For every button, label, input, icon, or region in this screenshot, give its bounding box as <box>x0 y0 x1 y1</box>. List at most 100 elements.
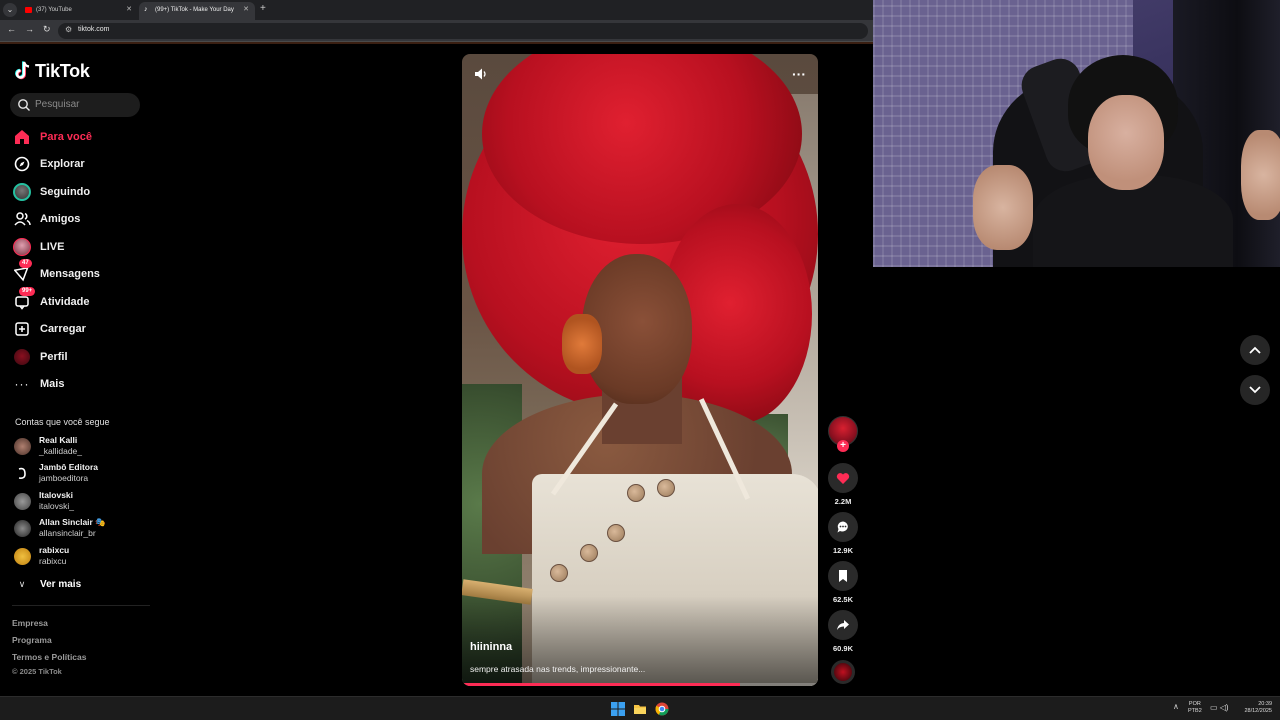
keyboard-layout: PTB2 <box>1188 708 1202 714</box>
avatar <box>14 438 31 455</box>
file-explorer-icon[interactable] <box>633 702 647 716</box>
clock-time: 20:39 <box>1258 701 1272 707</box>
network-volume-icons[interactable]: ▭ ◁) <box>1210 703 1229 712</box>
home-icon <box>12 127 32 147</box>
account-handle: rabixcu <box>39 556 67 566</box>
previous-video-button[interactable] <box>1240 335 1270 365</box>
logo-text: TikTok <box>35 60 90 81</box>
account-handle: _kallidade_ <box>39 446 83 456</box>
sidebar-item-label: Explorar <box>40 158 85 170</box>
account-handle: italovski_ <box>39 501 74 511</box>
sidebar-item-amigos[interactable]: Amigos <box>12 209 80 229</box>
site-info-icon[interactable]: ⚙ <box>65 25 72 34</box>
footer-link-programa[interactable]: Programa <box>12 635 52 645</box>
following-icon <box>12 182 32 202</box>
sidebar-item-label: Mais <box>40 378 65 390</box>
tiktok-logo-icon <box>14 61 32 81</box>
address-bar: ← → ↻ ⚙ tiktok.com <box>0 20 873 42</box>
activity-icon: 99+ <box>12 287 36 312</box>
chrome-icon[interactable] <box>655 702 669 716</box>
activity-badge: 99+ <box>19 287 36 296</box>
bookmark-icon <box>839 570 847 582</box>
chevron-down-icon: ∨ <box>18 578 26 589</box>
copyright: © 2025 TikTok <box>12 667 62 676</box>
share-button[interactable] <box>828 610 858 640</box>
video-shell <box>607 524 625 542</box>
messages-icon: 47 <box>12 259 32 284</box>
screen: ⌄ (37) YouTube ✕ ♪ (99+) TikTok - Make Y… <box>0 0 1280 720</box>
comment-button[interactable] <box>828 512 858 542</box>
see-more-label: Ver mais <box>40 578 82 590</box>
footer-link-termos[interactable]: Termos e Políticas <box>12 652 86 662</box>
comment-count: 12.9K <box>832 546 853 555</box>
sidebar-item-label: Amigos <box>40 213 81 225</box>
url-text: tiktok.com <box>78 26 110 33</box>
video-progress-bar[interactable] <box>462 683 818 686</box>
account-handle: jamboeditora <box>39 473 89 483</box>
tiktok-logo[interactable]: TikTok <box>14 59 90 83</box>
video-caption: sempre atrasada nas trends, impressionan… <box>470 664 646 674</box>
next-video-button[interactable] <box>1240 375 1270 405</box>
video-shell <box>657 479 675 497</box>
new-tab-icon[interactable]: + <box>260 3 266 14</box>
see-more-button[interactable]: ∨ Ver mais <box>14 577 81 591</box>
tab-youtube[interactable]: (37) YouTube ✕ <box>20 2 138 20</box>
chevron-down-icon <box>1249 386 1261 394</box>
sidebar-item-atividade[interactable]: 99+ Atividade <box>12 287 90 312</box>
live-icon <box>12 237 32 257</box>
back-icon[interactable]: ← <box>7 24 16 34</box>
share-count: 60.9K <box>832 644 853 653</box>
sidebar-item-explorar[interactable]: Explorar <box>12 154 85 174</box>
close-icon[interactable]: ✕ <box>126 2 132 18</box>
sidebar-item-label: Para você <box>40 131 92 143</box>
tab-label: (99+) TikTok - Make Your Day <box>155 7 234 13</box>
system-clock[interactable]: 20:39 28/12/2025 <box>1238 701 1272 715</box>
search-input[interactable]: Pesquisar <box>10 93 140 117</box>
video-player[interactable]: ··· hiininna sempre atrasada nas trends,… <box>462 54 818 686</box>
save-count: 62.5K <box>832 595 853 604</box>
like-button[interactable] <box>828 463 858 493</box>
music-disc-icon[interactable] <box>831 660 855 684</box>
volume-icon[interactable] <box>473 66 489 82</box>
input-language[interactable]: POR PTB2 <box>1188 701 1202 715</box>
account-name: Allan Sinclair 🎭 <box>39 517 106 527</box>
webcam-person-face <box>1088 95 1164 190</box>
sidebar-item-perfil[interactable]: Perfil <box>12 347 68 367</box>
footer-link-empresa[interactable]: Empresa <box>12 618 48 628</box>
sidebar-item-mensagens[interactable]: 47 Mensagens <box>12 259 100 284</box>
sidebar-item-carregar[interactable]: Carregar <box>12 319 86 339</box>
close-icon[interactable]: ✕ <box>243 2 249 18</box>
webcam-person-hand <box>1241 130 1280 220</box>
following-section-title: Contas que você segue <box>15 417 110 427</box>
tab-search-icon[interactable]: ⌄ <box>3 3 17 17</box>
search-icon <box>18 99 30 111</box>
sidebar-item-mais[interactable]: ··· Mais <box>12 374 65 394</box>
more-options-icon[interactable]: ··· <box>792 66 806 82</box>
sidebar-item-live[interactable]: LIVE <box>12 237 64 257</box>
sidebar: TikTok Pesquisar Para você Explorar Segu… <box>0 44 152 696</box>
sidebar-item-para-voce[interactable]: Para você <box>12 127 92 147</box>
video-author[interactable]: hiininna <box>470 641 512 653</box>
save-button[interactable] <box>828 561 858 591</box>
tab-tiktok[interactable]: ♪ (99+) TikTok - Make Your Day ✕ <box>139 2 255 20</box>
profile-icon <box>12 347 32 367</box>
account-name: rabixcu <box>39 545 70 555</box>
sidebar-item-label: Mensagens <box>40 268 100 280</box>
messages-badge: 47 <box>19 259 32 268</box>
sidebar-item-label: Carregar <box>40 323 86 335</box>
avatar <box>14 548 31 565</box>
url-field[interactable]: ⚙ tiktok.com <box>58 23 868 39</box>
avatar <box>14 493 31 510</box>
sidebar-divider <box>12 605 150 606</box>
language-code: POR <box>1188 701 1201 707</box>
taskbar: ∧ POR PTB2 ▭ ◁) 20:39 28/12/2025 <box>0 696 1280 720</box>
windows-start-icon[interactable] <box>611 702 625 716</box>
sidebar-item-seguindo[interactable]: Seguindo <box>12 182 90 202</box>
forward-icon[interactable]: → <box>25 24 34 34</box>
follow-plus-icon[interactable]: + <box>837 440 849 452</box>
tiktok-icon: ♪ <box>144 6 148 13</box>
tray-overflow-icon[interactable]: ∧ <box>1173 702 1179 711</box>
reload-icon[interactable]: ↻ <box>43 24 51 35</box>
tab-label: (37) YouTube <box>36 7 72 13</box>
video-shell <box>580 544 598 562</box>
